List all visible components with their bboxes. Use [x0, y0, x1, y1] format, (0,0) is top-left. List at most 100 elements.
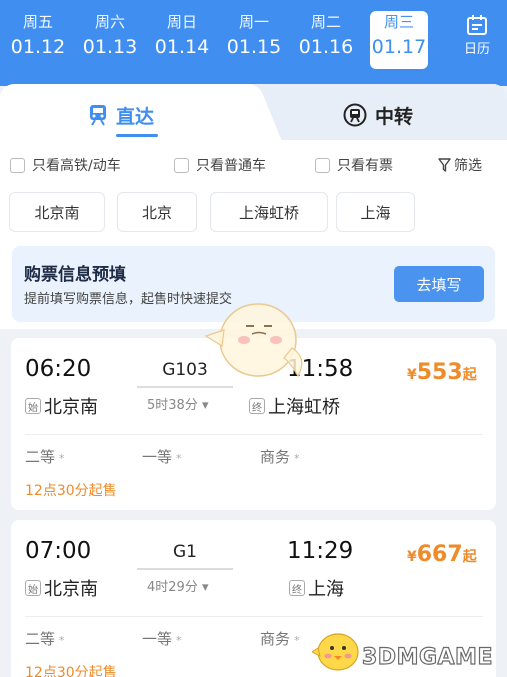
route-line [137, 568, 233, 570]
date-weekday: 周三 [383, 13, 414, 31]
depart-time: 06:20 [25, 356, 92, 382]
date-weekday: 周一 [238, 13, 269, 31]
date-item[interactable]: 周六 01.13 [81, 11, 139, 69]
tab-direct[interactable]: 直达 [88, 98, 154, 132]
date-value: 01.16 [298, 36, 354, 58]
filter-available[interactable]: 只看有票 [315, 155, 393, 175]
filter-high-speed[interactable]: 只看高铁/动车 [10, 155, 121, 175]
station-chip[interactable]: 上海 [337, 193, 414, 231]
calendar-icon [467, 15, 487, 35]
price-suffix: 起 [462, 549, 477, 565]
terminal-tag: 终 [249, 398, 265, 414]
checkbox[interactable] [174, 157, 189, 173]
filter-label: 只看有票 [337, 158, 393, 174]
seat-class: 商务 * [260, 446, 300, 467]
origin-tag: 始 [25, 580, 41, 596]
transfer-icon [343, 103, 367, 127]
duration[interactable]: 4时29分 ▾ [147, 576, 209, 595]
seat-label: 二等 [25, 448, 56, 466]
currency: ¥ [407, 367, 417, 383]
promo-title: 购票信息预填 [24, 265, 126, 285]
date-value: 01.14 [154, 36, 210, 58]
checkbox[interactable] [315, 157, 330, 173]
seat-label: 一等 [142, 448, 173, 466]
to-station-name: 上海虹桥 [268, 397, 340, 418]
tab-transfer[interactable]: 中转 [343, 98, 413, 132]
divider [25, 434, 483, 435]
seat-mark: * [176, 634, 182, 647]
date-weekday: 周日 [166, 13, 197, 31]
to-station-name: 上海 [308, 579, 344, 600]
duration-text: 5时38分 [147, 398, 198, 413]
from-station-name: 北京南 [44, 397, 98, 418]
tab-active-indicator [116, 134, 158, 137]
funnel-icon [438, 158, 451, 172]
seat-mark: * [59, 452, 65, 465]
filter-label: 只看普通车 [196, 158, 266, 174]
filter-button-label: 筛选 [454, 158, 482, 174]
checkbox[interactable] [10, 157, 25, 173]
origin-tag: 始 [25, 398, 41, 414]
from-station-name: 北京南 [44, 579, 98, 600]
seat-mark: * [176, 452, 182, 465]
station-chip[interactable]: 上海虹桥 [211, 193, 327, 231]
seat-label: 一等 [142, 630, 173, 648]
date-weekday: 周五 [22, 13, 53, 31]
to-station: 终 上海虹桥 [249, 393, 340, 419]
date-value: 01.15 [226, 36, 282, 58]
seat-class: 一等 * [142, 446, 182, 467]
price: ¥667起 [407, 542, 477, 567]
filter-button[interactable]: 筛选 [438, 155, 482, 175]
sale-time: 12点30分起售 [25, 665, 117, 677]
route-line [137, 386, 233, 388]
tab-direct-label: 直达 [116, 105, 155, 128]
seat-mark: * [294, 452, 300, 465]
seat-mark: * [294, 634, 300, 647]
date-value: 01.12 [10, 36, 66, 58]
price: ¥553起 [407, 360, 477, 385]
seat-label: 商务 [260, 448, 291, 466]
seat-class: 一等 * [142, 628, 182, 649]
date-item-selected[interactable]: 周三 01.17 [370, 11, 428, 69]
fill-in-button[interactable]: 去填写 [394, 266, 484, 302]
date-bar: 周五 01.12 周六 01.13 周日 01.14 周一 01.15 周二 0… [0, 0, 507, 86]
calendar-button[interactable]: 日历 [454, 14, 500, 57]
station-chip[interactable]: 北京南 [10, 193, 104, 231]
from-station: 始 北京南 [25, 575, 98, 601]
calendar-label: 日历 [463, 42, 490, 57]
seat-class: 二等 * [25, 446, 65, 467]
duration[interactable]: 5时38分 ▾ [147, 394, 209, 413]
filter-bar: 只看高铁/动车 只看普通车 只看有票 筛选 [10, 155, 500, 177]
terminal-tag: 终 [289, 580, 305, 596]
date-value: 01.17 [371, 36, 427, 58]
date-item[interactable]: 周日 01.14 [153, 11, 211, 69]
seat-mark: * [59, 634, 65, 647]
date-value: 01.13 [82, 36, 138, 58]
station-chip[interactable]: 北京 [118, 193, 196, 231]
depart-time: 07:00 [25, 538, 92, 564]
watermark-text: 3DMGAME [361, 644, 493, 670]
currency: ¥ [407, 549, 417, 565]
train-number: G1 [173, 542, 197, 562]
caret-down-icon: ▾ [201, 580, 209, 595]
seat-label: 二等 [25, 630, 56, 648]
filter-label: 只看高铁/动车 [32, 158, 121, 174]
price-value: 667 [416, 542, 463, 567]
mascot-watermark-icon [204, 303, 303, 378]
seat-class: 商务 * [260, 628, 300, 649]
date-item[interactable]: 周一 01.15 [225, 11, 283, 69]
caret-down-icon: ▾ [201, 398, 209, 413]
sale-time: 12点30分起售 [25, 483, 117, 499]
divider [25, 616, 483, 617]
price-suffix: 起 [462, 367, 477, 383]
arrive-time: 11:29 [287, 538, 354, 564]
date-item[interactable]: 周五 01.12 [9, 11, 67, 69]
date-item[interactable]: 周二 01.16 [297, 11, 355, 69]
filter-normal-train[interactable]: 只看普通车 [174, 155, 266, 175]
chick-logo-icon [312, 633, 359, 671]
tab-transfer-label: 中转 [375, 105, 414, 128]
date-weekday: 周六 [94, 13, 125, 31]
price-value: 553 [416, 360, 463, 385]
train-icon [90, 105, 106, 126]
seat-class: 二等 * [25, 628, 65, 649]
